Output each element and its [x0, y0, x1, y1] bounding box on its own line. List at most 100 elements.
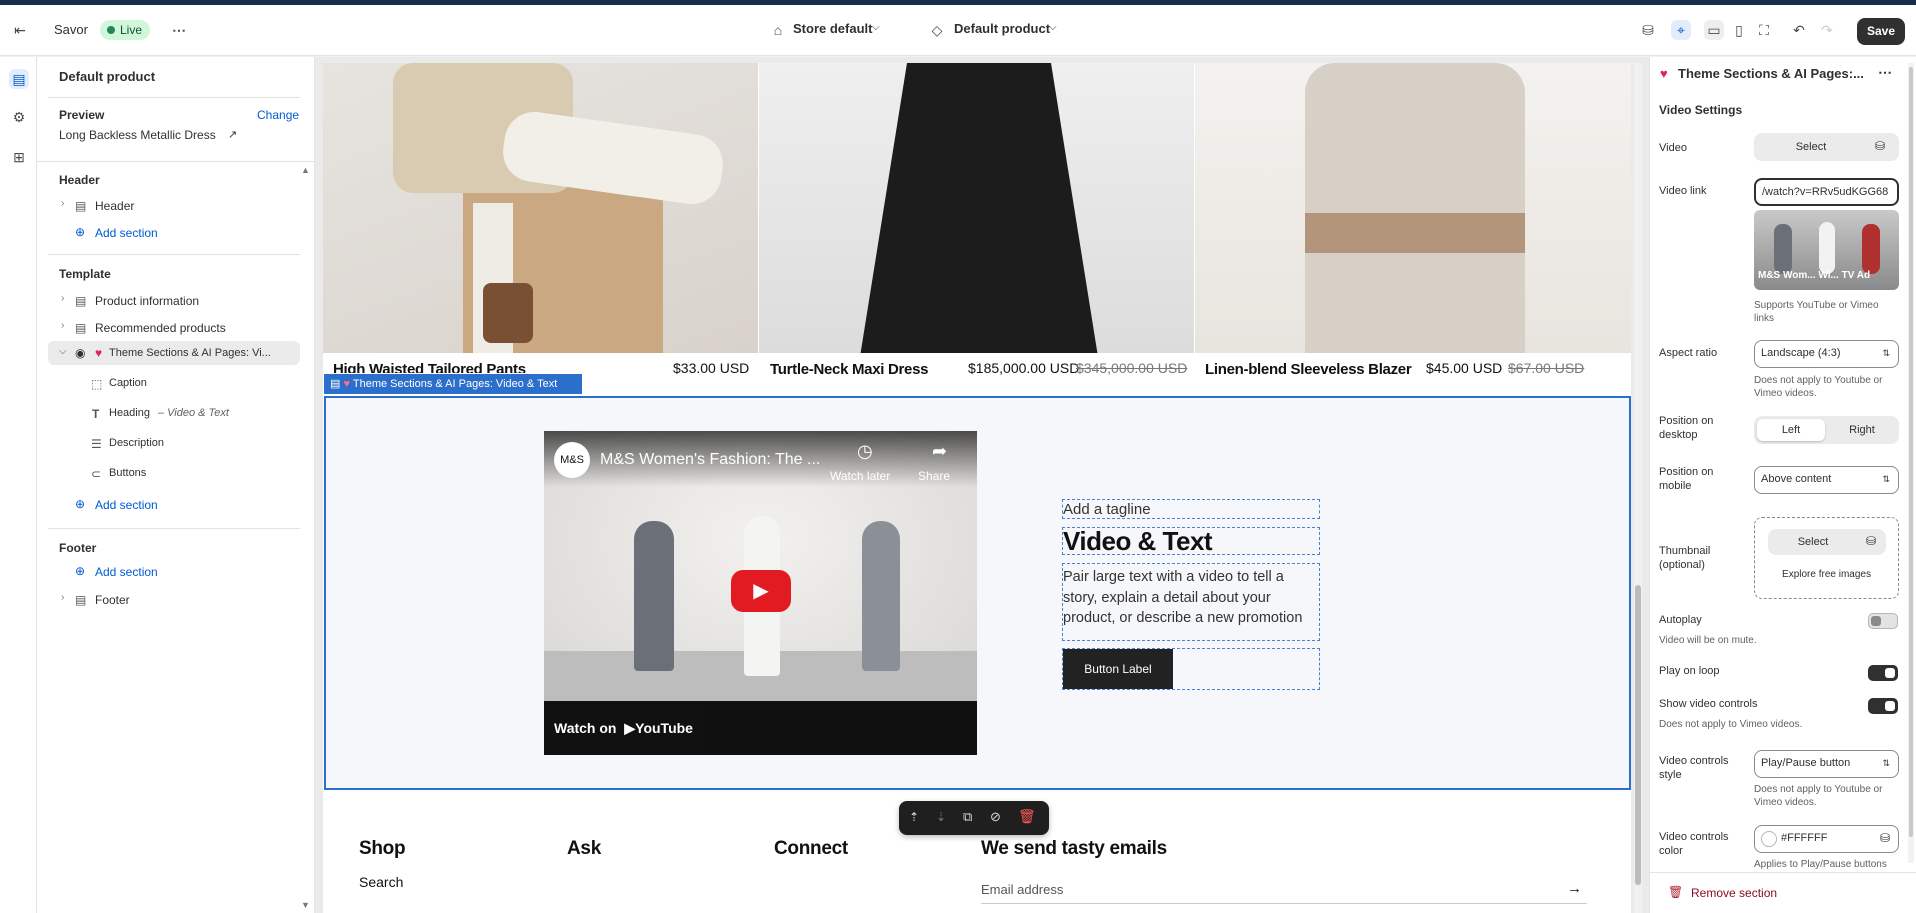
preview-product[interactable]: Long Backless Metallic Dress [59, 128, 216, 142]
database-icon[interactable]: ⛁ [1866, 534, 1876, 548]
video-title[interactable]: M&S Women's Fashion: The ... [600, 451, 820, 469]
sections-icon[interactable]: ▤ [9, 69, 29, 89]
loop-toggle[interactable] [1868, 665, 1898, 681]
product-name[interactable]: High Waisted Tailored Pants [333, 361, 526, 373]
apps-icon[interactable]: ⊞ [9, 147, 29, 167]
exit-icon[interactable]: ⇤ [10, 20, 30, 40]
section-heading[interactable]: Video & Text [1063, 526, 1213, 557]
chevron-down-icon: ⌵ [872, 22, 880, 33]
settings-icon[interactable]: ⚙ [9, 107, 29, 127]
play-button-icon[interactable]: ▶ [731, 570, 791, 612]
product-name[interactable]: Linen-blend Sleeveless Blazer [1205, 361, 1412, 378]
template-selector[interactable]: Default product [954, 21, 1050, 36]
add-section-header[interactable]: Add section [95, 226, 158, 240]
section-description[interactable]: Pair large text with a video to tell a s… [1063, 567, 1319, 629]
caption-icon: ⬚ [91, 377, 103, 391]
page-title: Default product [59, 69, 156, 84]
model-left-shape [634, 521, 674, 671]
button-label[interactable]: Button Label [1063, 649, 1173, 689]
controls-style-label: Video controls style [1659, 755, 1729, 781]
save-button[interactable]: Save [1857, 18, 1905, 45]
thumbnail-select-button[interactable]: Select [1768, 529, 1858, 555]
aspect-ratio-select[interactable]: Landscape (4:3) ⇅ [1754, 340, 1899, 368]
chevron-right-icon[interactable]: › [61, 198, 64, 209]
chevron-right-icon[interactable]: › [61, 592, 64, 603]
show-controls-toggle[interactable] [1868, 698, 1898, 714]
color-swatch[interactable] [1761, 831, 1777, 847]
desktop-view-icon[interactable]: ▭ [1704, 20, 1724, 40]
autoplay-toggle[interactable] [1868, 613, 1898, 629]
controls-style-value: Play/Pause button [1761, 757, 1851, 769]
external-link-icon[interactable]: ↗ [228, 128, 237, 141]
app-embed-icon[interactable]: ⛁ [1638, 20, 1658, 40]
controls-style-select[interactable]: Play/Pause button ⇅ [1754, 750, 1899, 778]
email-input[interactable]: Email address [981, 882, 1063, 897]
live-badge: Live [100, 20, 151, 40]
watch-on-youtube[interactable]: Watch on ▶YouTube [544, 708, 699, 748]
explore-free-images-link[interactable]: Explore free images [1754, 569, 1899, 580]
section-footer[interactable]: Footer [95, 593, 130, 607]
product-image-blazer[interactable] [1195, 63, 1631, 353]
product-image-dress[interactable] [759, 63, 1194, 353]
model-right-shape [862, 521, 900, 671]
chevron-right-icon[interactable]: › [61, 293, 64, 304]
clock-icon[interactable]: ◷ [857, 441, 873, 462]
watch-later-label[interactable]: Watch later [830, 469, 890, 483]
duplicate-icon[interactable]: ⧉ [963, 809, 972, 825]
inspector-icon[interactable]: ⌖ [1671, 20, 1691, 40]
settings-scroll-thumb[interactable] [1909, 67, 1913, 837]
move-down-icon[interactable]: ⇣ [936, 810, 946, 824]
section-tag[interactable]: ▤ ♥ Theme Sections & AI Pages: Video & T… [324, 374, 582, 394]
hide-icon[interactable]: ⊘ [990, 809, 1001, 825]
fullscreen-icon[interactable]: ⛶ [1754, 20, 1774, 40]
email-underline [981, 903, 1587, 904]
video-text-section[interactable] [324, 396, 1631, 790]
database-icon[interactable]: ⛁ [1880, 826, 1890, 850]
change-link[interactable]: Change [257, 108, 299, 122]
block-caption[interactable]: Caption [109, 377, 147, 389]
arrow-right-icon[interactable]: → [1567, 880, 1582, 897]
block-buttons[interactable]: Buttons [109, 467, 146, 479]
delete-icon[interactable]: 🗑 [1018, 808, 1036, 825]
scroll-down-icon[interactable]: ▼ [301, 900, 310, 910]
add-section-footer[interactable]: Add section [95, 565, 158, 579]
product-image-pants[interactable] [323, 63, 758, 353]
more-options-icon[interactable]: ⋯ [169, 20, 189, 40]
store-selector[interactable]: Store default [793, 21, 872, 36]
section-recommended-products[interactable]: Recommended products [95, 321, 226, 335]
more-options-icon[interactable]: ⋯ [1878, 64, 1892, 81]
add-section-template[interactable]: Add section [95, 498, 158, 512]
redo-icon[interactable]: ↷ [1817, 20, 1837, 40]
position-mobile-select[interactable]: Above content ⇅ [1754, 466, 1899, 494]
section-theme-video[interactable]: Theme Sections & AI Pages: Vi... [109, 347, 271, 359]
share-icon[interactable]: ➦ [932, 441, 947, 462]
block-heading-suffix: – Video & Text [158, 407, 229, 419]
video-link-label: Video link [1659, 185, 1707, 197]
share-label[interactable]: Share [918, 469, 950, 483]
scroll-up-icon[interactable]: ▲ [301, 165, 310, 175]
product-name[interactable]: Turtle-Neck Maxi Dress [770, 361, 929, 378]
position-right-option[interactable]: Right [1828, 419, 1896, 441]
footer-search-link[interactable]: Search [359, 874, 403, 890]
move-up-icon[interactable]: ⇡ [909, 810, 919, 824]
video-link-input[interactable]: /watch?v=RRv5udKGG68 [1754, 178, 1899, 206]
undo-icon[interactable]: ↶ [1789, 20, 1809, 40]
channel-avatar[interactable]: M&S [554, 442, 590, 478]
remove-section-button[interactable]: Remove section [1691, 886, 1777, 900]
database-icon[interactable]: ⛁ [1875, 139, 1885, 153]
chevron-right-icon[interactable]: › [61, 320, 64, 331]
chevron-down-icon[interactable]: ⌵ [59, 346, 67, 357]
video-player[interactable]: M&S M&S Women's Fashion: The ... ◷ Watch… [544, 431, 977, 755]
section-product-information[interactable]: Product information [95, 294, 199, 308]
mobile-view-icon[interactable]: ▯ [1729, 20, 1749, 40]
block-description[interactable]: Description [109, 437, 164, 449]
preview-scroll-thumb[interactable] [1635, 585, 1641, 885]
app-name: Savor [54, 22, 88, 37]
tagline[interactable]: Add a tagline [1063, 501, 1151, 518]
block-heading[interactable]: Heading [109, 407, 150, 419]
trash-icon[interactable]: 🗑 [1668, 885, 1683, 899]
video-thumbnail[interactable]: M&S Wom... Wi... TV Ad [1754, 210, 1899, 290]
section-header[interactable]: Header [95, 199, 134, 213]
video-select-button[interactable]: Select [1754, 133, 1868, 161]
position-left-option[interactable]: Left [1757, 419, 1825, 441]
